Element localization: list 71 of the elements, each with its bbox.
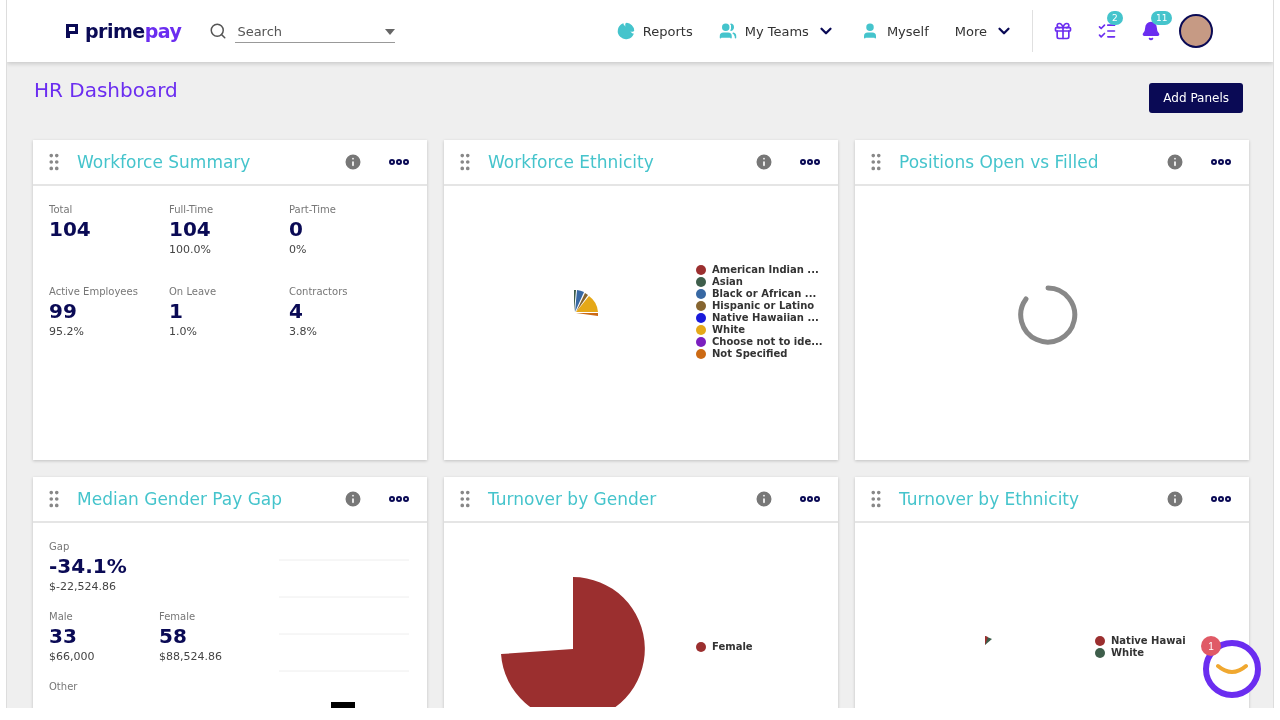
stat-label: Other	[49, 681, 78, 692]
stat-label: Active Employees	[49, 286, 138, 297]
stat-label: Female	[159, 611, 196, 622]
legend-label: Hispanic or Latino	[712, 300, 815, 311]
search-icon	[209, 22, 228, 40]
stat-value: 99	[49, 299, 77, 323]
nav-link[interactable]: Myself	[847, 22, 942, 40]
bell-icon	[1141, 21, 1161, 41]
stat-subvalue: $66,000	[49, 650, 95, 663]
nav-link[interactable]: More	[941, 22, 1026, 40]
add-panels-button[interactable]: Add Panels	[1149, 83, 1243, 113]
stat-subvalue: 1.0%	[169, 325, 197, 338]
stat-value: 1	[169, 299, 183, 323]
panel-title: Turnover by Gender	[488, 489, 658, 509]
stat-value: 104	[169, 217, 211, 241]
legend-label: Native Hawai	[1111, 635, 1186, 646]
primepay-logo[interactable]: primepay	[65, 20, 182, 42]
legend-label: White	[1111, 647, 1145, 658]
stat-value: 4	[289, 299, 303, 323]
stat-value: 33	[49, 624, 77, 648]
stat-value: 58	[159, 624, 187, 648]
stat-subvalue: $-22,524.86	[49, 580, 116, 593]
legend-label: Not Specified	[712, 348, 788, 359]
stat-label: Contractors	[289, 286, 348, 297]
legend-label: Female	[712, 641, 753, 652]
nav-link[interactable]: Reports	[603, 22, 706, 40]
stat-label: On Leave	[169, 286, 217, 297]
legend-label: White	[712, 324, 746, 335]
info-icon[interactable]	[754, 152, 774, 172]
people-icon	[718, 22, 737, 40]
dropdown-caret-icon[interactable]	[385, 28, 396, 35]
info-icon[interactable]	[1165, 489, 1185, 509]
stat-subvalue: 95.2%	[49, 325, 84, 338]
search-field[interactable]: Search	[235, 23, 370, 40]
panel-title: Turnover by Ethnicity	[899, 489, 1081, 509]
panel-title: Workforce Summary	[77, 152, 252, 172]
info-icon[interactable]	[343, 152, 363, 172]
stat-label: Total	[49, 204, 73, 215]
legend-label: American Indian ...	[712, 264, 819, 275]
avatar[interactable]	[1179, 14, 1213, 48]
smile-icon	[1215, 662, 1249, 676]
stat-subvalue: 100.0%	[169, 243, 211, 256]
page-title: HR Dashboard	[33, 78, 178, 102]
count-badge: 11	[1151, 11, 1173, 25]
legend-label: Black or African ...	[712, 288, 817, 299]
stat-value: -34.1%	[49, 554, 127, 578]
pie-chart-icon	[616, 22, 635, 40]
panel-title: Positions Open vs Filled	[899, 152, 1100, 172]
stat-label: Full-Time	[169, 204, 214, 215]
stat-value: 0	[289, 217, 303, 241]
list-icon	[1097, 21, 1117, 41]
stat-label: Gap	[49, 541, 70, 552]
info-icon[interactable]	[754, 489, 774, 509]
info-icon[interactable]	[1165, 152, 1185, 172]
panel-title: Workforce Ethnicity	[488, 152, 655, 172]
loading-spinner-icon	[1017, 284, 1079, 346]
panel-title: Median Gender Pay Gap	[77, 489, 284, 509]
gift-icon	[1053, 21, 1073, 41]
count-badge: 2	[1107, 11, 1123, 25]
info-icon[interactable]	[343, 489, 363, 509]
stat-label: Male	[49, 611, 73, 622]
legend-label: Choose not to ide...	[712, 336, 823, 347]
legend-label: Native Hawaiian ...	[712, 312, 819, 323]
legend-label: Asian	[712, 276, 743, 287]
stat-label: Part-Time	[289, 204, 336, 215]
stat-subvalue: $88,524.86	[159, 650, 222, 663]
stat-value: 104	[49, 217, 91, 241]
stat-subvalue: 3.8%	[289, 325, 317, 338]
nav-link[interactable]: My Teams	[705, 22, 848, 40]
stat-subvalue: 0%	[289, 243, 307, 256]
pie-chart-drawing	[983, 636, 993, 646]
